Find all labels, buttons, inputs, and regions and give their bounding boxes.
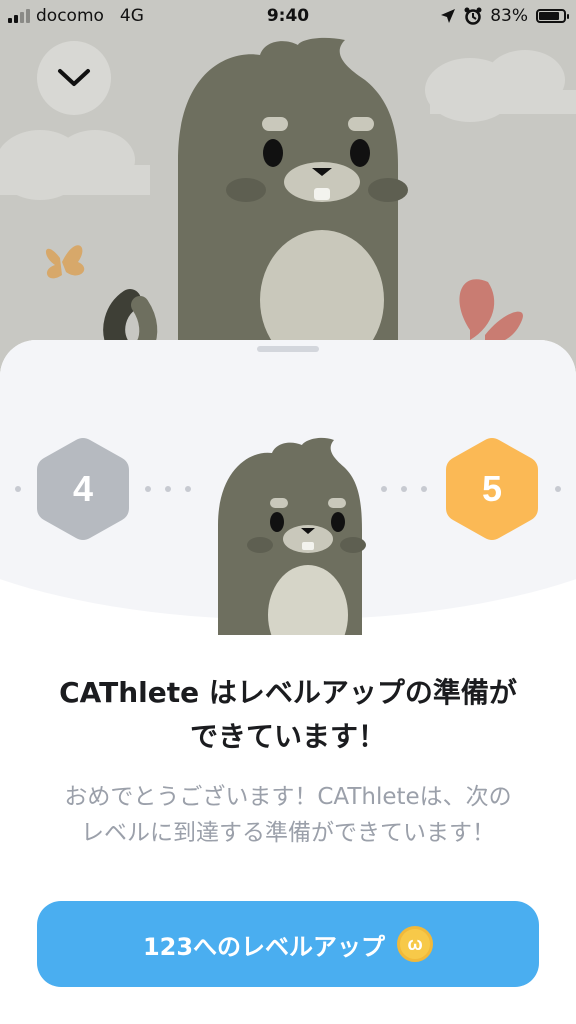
level-up-button[interactable]: 123へのレベルアップ ω	[37, 901, 539, 987]
alarm-icon	[464, 7, 482, 25]
cat-avatar-illustration	[218, 437, 366, 635]
status-bar: docomo 4G 9:40 83%	[0, 0, 576, 34]
next-level-number: 5	[481, 468, 503, 509]
sheet-drag-handle[interactable]	[257, 346, 319, 352]
collapse-button[interactable]	[37, 41, 111, 115]
battery-icon	[536, 9, 569, 23]
current-level-badge: 4	[36, 437, 130, 541]
title-line-1: CAThlete はレベルアップの準備が	[59, 676, 517, 709]
title-line-2: できています！	[189, 720, 386, 753]
level-up-description: おめでとうございます！CAThleteは、次の レベルに到達する準備ができていま…	[30, 779, 546, 851]
level-up-button-label: 123へのレベルアップ	[142, 932, 386, 961]
level-up-sheet: 4 5 CAThlete はレベルアップの準備が できています！ おめでとうござ…	[0, 340, 576, 1024]
coin-icon: ω	[397, 926, 434, 962]
battery-percent: 83%	[490, 6, 528, 26]
level-up-title: CAThlete はレベルアップの準備が できています！	[30, 671, 546, 759]
location-arrow-icon	[441, 9, 456, 23]
next-level-badge: 5	[445, 437, 539, 541]
chevron-down-icon	[58, 69, 90, 86]
status-right: 83%	[440, 6, 569, 26]
current-level-number: 4	[72, 468, 94, 509]
description-line-1: おめでとうございます！CAThleteは、次の	[64, 784, 512, 810]
description-line-2: レベルに到達する準備ができています！	[81, 820, 495, 846]
